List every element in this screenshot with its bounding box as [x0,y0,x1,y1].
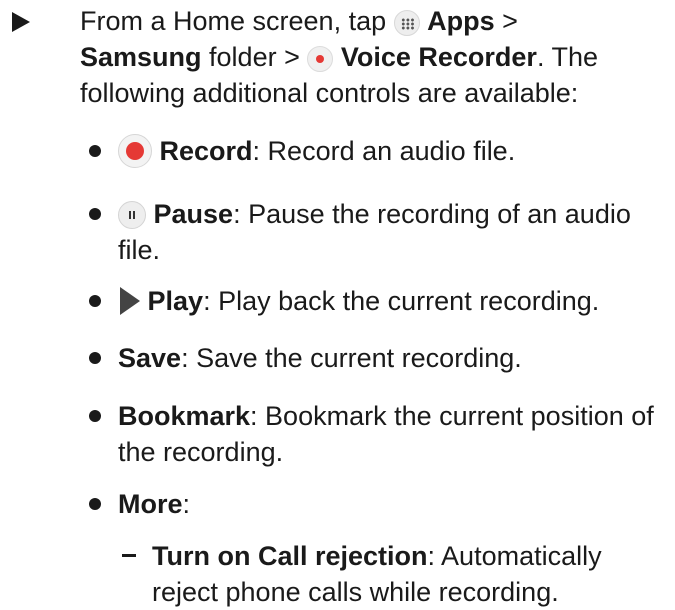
list-item-pause: Pause: Pause the recording of an audio f… [0,196,675,268]
voice-recorder-label: Voice Recorder [340,42,537,72]
item-desc: : [182,489,191,519]
bullet-icon [89,410,101,422]
item-label: Save [118,343,182,373]
bullet-icon [89,145,101,157]
item-label: Record [159,136,253,166]
intro-prefix: From a Home screen, tap [80,6,387,36]
item-desc: : Play back the current recording. [203,286,600,316]
step-arrow-icon [12,12,30,32]
record-icon [118,134,152,168]
item-desc: : Record an audio file. [252,136,516,166]
apps-icon [393,10,420,36]
item-label: Pause [153,199,234,229]
intro-text: From a Home screen, tap Apps > Samsung f… [80,3,675,111]
list-item-bookmark: Bookmark: Bookmark the current position … [0,398,675,470]
bullet-icon [89,208,101,220]
apps-label: Apps [427,6,495,36]
dash-icon [122,554,136,557]
bullet-icon [89,352,101,364]
item-label: More [118,489,183,519]
folder-text: folder > [201,42,308,72]
list-item-play: Play: Play back the current recording. [0,283,675,319]
document-page: From a Home screen, tap Apps > Samsung f… [0,0,675,609]
sub-item-call-rejection: Turn on Call rejection: Automatically re… [0,538,675,610]
samsung-label: Samsung [80,42,202,72]
bullet-icon [89,295,101,307]
item-label: Play [147,286,204,316]
voice-recorder-icon [307,46,334,72]
list-item-more: More: [0,486,675,522]
item-desc: : Save the current recording. [181,343,522,373]
bullet-icon [89,498,101,510]
item-label: Bookmark [118,401,251,431]
list-item-record: Record: Record an audio file. [0,133,675,169]
intro-separator: > [494,6,518,36]
pause-icon [118,201,146,229]
intro-step: From a Home screen, tap Apps > Samsung f… [0,3,675,111]
sub-item-label: Turn on Call rejection [152,541,428,571]
list-item-save: Save: Save the current recording. [0,340,675,376]
play-icon [120,287,140,315]
